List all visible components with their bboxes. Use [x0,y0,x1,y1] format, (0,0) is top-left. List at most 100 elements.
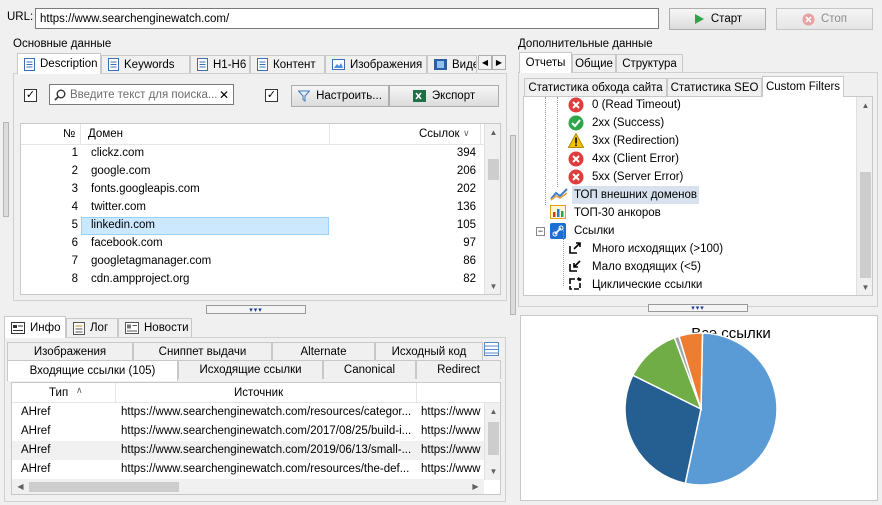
tab-info-r2-2[interactable]: Canonical [323,360,416,379]
export-button[interactable]: Экспорт [389,85,499,107]
link-type: AHref [21,463,51,475]
left-side-grip[interactable] [3,122,9,217]
table-row[interactable]: 1 clickz.com 394 [21,145,484,163]
tab-bottom-2[interactable]: Новости [118,318,192,337]
splitter-handle-left[interactable]: ▾▾▾ [206,305,306,314]
scroll-down-arrow[interactable]: ▼ [485,278,500,294]
tab-info-r2-1[interactable]: Исходящие ссылки [178,360,323,379]
domains-scrollbar[interactable]: ▲ ▼ [484,124,500,294]
columns-icon[interactable] [484,342,499,356]
tab-right-2[interactable]: Структура [616,54,683,72]
tab-info-r1-0[interactable]: Изображения [7,342,133,360]
clear-icon[interactable]: ✕ [219,88,229,102]
table-row[interactable]: 3 fonts.googleapis.com 202 [21,181,484,199]
stop-icon [802,13,815,26]
tree-item[interactable]: 0 (Read Timeout) [524,97,854,114]
tab-info-r2-3[interactable]: Redirect [416,360,501,379]
col-num[interactable]: № [63,128,75,140]
domain-name: google.com [91,165,151,177]
tab-main-0[interactable]: Description [17,53,101,74]
link-source[interactable]: https://www.searchenginewatch.com/resour… [121,406,411,418]
scroll-thumb[interactable] [488,159,499,180]
tree-label: 4xx (Client Error) [592,153,679,165]
tab-main-5[interactable]: Виде [427,55,477,73]
checkbox-search[interactable]: ✓ [24,89,37,102]
link-source[interactable]: https://www.searchenginewatch.com/2017/0… [121,425,411,437]
link-target[interactable]: https://www [421,463,480,475]
links-scroll-left[interactable]: ◀ [12,478,29,494]
tab-scroll-left[interactable]: ◀ [478,55,492,70]
main-data-label: Основные данные [13,38,112,50]
col-source[interactable]: Источник [234,387,283,399]
links-vthumb[interactable] [488,422,499,455]
tree-item[interactable]: ТОП внешних доменов [524,186,854,204]
tree-item[interactable]: ТОП-30 анкоров [524,204,854,222]
tree-item[interactable]: Ссылки [524,222,854,240]
tab-bottom-0[interactable]: Инфо [4,316,66,338]
tab-main-3[interactable]: Контент [250,55,325,73]
table-row[interactable]: 6 facebook.com 97 [21,235,484,253]
tab-info-r1-3[interactable]: Исходный код [375,342,483,360]
tab-right-1[interactable]: Общие [572,54,616,72]
tab-main-4[interactable]: Изображения [325,55,427,73]
links-scroll-down[interactable]: ▼ [485,463,500,480]
link-target[interactable]: https://www [421,444,480,456]
link-target[interactable]: https://www [421,425,480,437]
tab-scroll-right[interactable]: ▶ [492,55,506,70]
table-row[interactable]: 2 google.com 206 [21,163,484,181]
table-row[interactable]: 7 googletagmanager.com 86 [21,253,484,271]
collapse-toggle[interactable]: − [536,227,545,236]
tab-report-1[interactable]: Статистика SEO [667,78,762,97]
cycle-icon [568,277,582,291]
links-hscrollbar[interactable]: ◀ ▶ [12,478,484,494]
col-type[interactable]: Тип [49,387,68,399]
table-row[interactable]: 5 linkedin.com 105 [21,217,484,235]
tab-main-2[interactable]: H1-H6 [190,55,250,73]
scroll-up-arrow[interactable]: ▲ [485,124,500,141]
configure-button[interactable]: Настроить... [291,85,389,107]
tree-item[interactable]: Много исходящих (>100) [524,240,854,258]
tree-item[interactable]: 3xx (Redirection) [524,132,854,150]
links-scroll-up[interactable]: ▲ [485,403,500,420]
links-vscrollbar[interactable]: ▲ ▼ [484,403,500,480]
tab-bottom-1[interactable]: Лог [66,318,118,337]
tree-item[interactable]: Циклические ссылки [524,276,854,294]
tab-report-0[interactable]: Статистика обхода сайта [524,78,667,97]
tree-scroll-down[interactable]: ▼ [857,279,872,295]
tree-scrollbar[interactable]: ▲ ▼ [856,97,872,295]
table-row[interactable]: AHref https://www.searchenginewatch.com/2… [12,441,484,460]
links-hthumb[interactable] [29,482,179,492]
checkbox-filter[interactable]: ✓ [265,89,278,102]
tab-report-2[interactable]: Custom Filters [762,76,844,97]
middle-side-grip[interactable] [510,135,516,315]
url-input[interactable]: https://www.searchenginewatch.com/ [35,8,659,29]
stop-button[interactable]: Стоп [776,8,873,30]
table-row[interactable]: AHref https://www.searchenginewatch.com/2… [12,422,484,441]
tab-info-r1-2[interactable]: Alternate [272,342,375,360]
table-row[interactable]: AHref https://www.searchenginewatch.com/r… [12,460,484,479]
tab-right-label: Отчеты [525,57,566,69]
col-links[interactable]: Ссылок [419,128,460,140]
tree-item[interactable]: Мало входящих (<5) [524,258,854,276]
tab-info-r2-0[interactable]: Входящие ссылки (105) [7,360,178,381]
search-input[interactable]: Введите текст для поиска... ✕ [49,84,234,105]
table-row[interactable]: 8 cdn.ampproject.org 82 [21,271,484,289]
table-row[interactable]: 4 twitter.com 136 [21,199,484,217]
tab-right-0[interactable]: Отчеты [519,52,572,73]
tree-scroll-up[interactable]: ▲ [857,97,872,114]
links-scroll-right[interactable]: ▶ [467,478,484,494]
splitter-handle-right[interactable]: ▾▾▾ [648,304,748,312]
tab-info-r1-1[interactable]: Сниппет выдачи [133,342,272,360]
link-source[interactable]: https://www.searchenginewatch.com/2019/0… [121,444,411,456]
tree-item[interactable]: 5xx (Server Error) [524,168,854,186]
tree-item[interactable]: 4xx (Client Error) [524,150,854,168]
link-target[interactable]: https://www [421,406,480,418]
tab-scroll[interactable]: ◀ ▶ [478,55,506,70]
table-row[interactable]: AHref https://www.searchenginewatch.com/r… [12,403,484,422]
tree-item[interactable]: 2xx (Success) [524,114,854,132]
tab-main-1[interactable]: Keywords [101,55,190,73]
tree-scroll-thumb[interactable] [860,172,871,278]
link-source[interactable]: https://www.searchenginewatch.com/resour… [121,463,409,475]
col-domain[interactable]: Домен [88,128,123,140]
start-button[interactable]: Старт [669,8,766,30]
